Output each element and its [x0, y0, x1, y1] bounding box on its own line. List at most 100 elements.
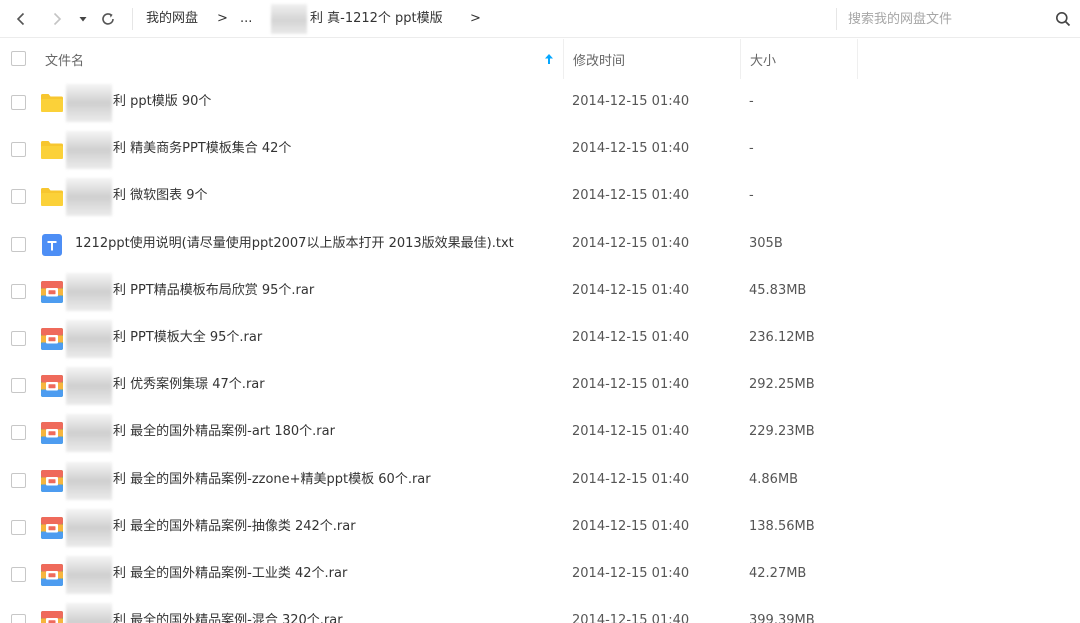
- file-modified-time: 2014-12-15 01:40: [572, 377, 690, 393]
- navigation-toolbar: 我的网盘 > ... 利 真-1212个 ppt模版 >: [0, 0, 1080, 38]
- file-row[interactable]: 利 最全的国外精品案例-zzone+精美ppt模板 60个.rar 2014-12…: [0, 457, 1080, 504]
- file-size: 45.83MB: [749, 282, 807, 298]
- chevron-right-icon: [53, 12, 62, 26]
- archive-icon: [40, 374, 64, 398]
- row-checkbox[interactable]: [11, 472, 26, 488]
- file-size: -: [749, 94, 754, 109]
- file-name[interactable]: 利 最全的国外精品案例-zzone+精美ppt模板 60个.rar: [113, 471, 431, 489]
- history-dropdown-button[interactable]: [73, 7, 93, 31]
- breadcrumb-root[interactable]: 我的网盘: [146, 10, 198, 28]
- select-all-checkbox[interactable]: [11, 51, 26, 66]
- folder-icon: [40, 138, 64, 162]
- row-checkbox[interactable]: [11, 331, 26, 346]
- file-modified-time: 2014-12-15 01:40: [572, 94, 690, 109]
- file-row[interactable]: 利 最全的国外精品案例-art 180个.rar 2014-12-15 01:40…: [0, 409, 1080, 456]
- file-name[interactable]: 利 最全的国外精品案例-工业类 42个.rar: [113, 565, 347, 583]
- row-checkbox[interactable]: [11, 95, 26, 110]
- file-name[interactable]: 利 最全的国外精品案例-art 180个.rar: [113, 423, 335, 441]
- file-name[interactable]: 1212ppt使用说明(请尽量使用ppt2007以上版本打开 2013版效果最佳…: [75, 235, 514, 253]
- file-modified-time: 2014-12-15 01:40: [572, 424, 690, 440]
- row-checkbox[interactable]: [11, 567, 26, 582]
- file-size: 42.27MB: [749, 566, 807, 581]
- blurred-name-prefix: [66, 461, 112, 500]
- file-name[interactable]: 利 PPT精品模板布局欣赏 95个.rar: [113, 282, 314, 300]
- file-size: 138.56MB: [749, 518, 815, 534]
- back-button[interactable]: [9, 7, 33, 31]
- chevron-left-icon: [16, 12, 25, 26]
- row-checkbox[interactable]: [11, 425, 26, 441]
- breadcrumb-current: 利 真-1212个 ppt模版: [310, 11, 443, 26]
- archive-icon: [40, 421, 64, 445]
- file-size: -: [749, 141, 754, 157]
- file-size: 236.12MB: [749, 330, 815, 345]
- breadcrumb-separator: >: [217, 11, 228, 26]
- sort-ascending-icon[interactable]: [542, 52, 556, 66]
- breadcrumb-separator: >: [470, 11, 481, 26]
- column-header-name[interactable]: 文件名: [45, 39, 563, 79]
- blurred-name-prefix: [66, 414, 112, 453]
- file-row[interactable]: 利 PPT精品模板布局欣赏 95个.rar 2014-12-15 01:40 45.…: [0, 268, 1080, 315]
- folder-icon: [40, 185, 64, 209]
- file-row[interactable]: 1212ppt使用说明(请尽量使用ppt2007以上版本打开 2013版效果最佳…: [0, 221, 1080, 268]
- file-modified-time: 2014-12-15 01:40: [572, 141, 690, 157]
- archive-icon: [40, 563, 64, 587]
- row-checkbox[interactable]: [11, 283, 26, 299]
- forward-button[interactable]: [45, 7, 69, 31]
- file-name[interactable]: 利 优秀案例集璟 47个.rar: [113, 376, 265, 394]
- row-checkbox[interactable]: [11, 378, 26, 394]
- file-size: 399.39MB: [749, 613, 815, 623]
- archive-icon: [40, 280, 64, 304]
- search-button[interactable]: [1052, 8, 1074, 30]
- blurred-name-prefix: [66, 556, 112, 594]
- file-name[interactable]: 利 PPT模板大全 95个.rar: [113, 329, 262, 347]
- file-row[interactable]: 利 ppt模版 90个 2014-12-15 01:40 -: [0, 79, 1080, 126]
- file-name[interactable]: 利 精美商务PPT模板集合 42个: [113, 140, 291, 158]
- file-row[interactable]: 利 微软图表 9个 2014-12-15 01:40 -: [0, 173, 1080, 220]
- archive-icon: [40, 516, 64, 540]
- file-modified-time: 2014-12-15 01:40: [572, 613, 690, 623]
- file-name[interactable]: 利 微软图表 9个: [113, 187, 208, 205]
- text-file-icon: [40, 233, 64, 257]
- search-icon: [1056, 12, 1071, 27]
- blurred-name-prefix: [66, 272, 112, 311]
- row-checkbox[interactable]: [11, 236, 26, 252]
- refresh-button[interactable]: [96, 7, 120, 31]
- file-size: 4.86MB: [749, 471, 799, 487]
- file-modified-time: 2014-12-15 01:40: [572, 518, 690, 534]
- file-name[interactable]: 利 ppt模版 90个: [113, 93, 211, 111]
- toolbar-divider: [132, 8, 133, 30]
- blurred-name-prefix: [66, 367, 112, 406]
- blurred-folder-name: [271, 4, 307, 34]
- row-checkbox[interactable]: [11, 142, 26, 158]
- file-row[interactable]: 利 最全的国外精品案例-抽像类 242个.rar 2014-12-15 01:40…: [0, 504, 1080, 551]
- row-checkbox[interactable]: [11, 614, 26, 623]
- search-input[interactable]: [848, 7, 1038, 31]
- column-header-modified[interactable]: 修改时间: [563, 39, 740, 79]
- row-checkbox[interactable]: [11, 519, 26, 535]
- row-checkbox[interactable]: [11, 189, 26, 205]
- file-size: 292.25MB: [749, 377, 815, 393]
- toolbar-divider: [836, 8, 837, 30]
- file-row[interactable]: 利 优秀案例集璟 47个.rar 2014-12-15 01:40 292.25MB: [0, 362, 1080, 409]
- caret-down-icon: [79, 17, 87, 22]
- file-row[interactable]: 利 精美商务PPT模板集合 42个 2014-12-15 01:40 -: [0, 126, 1080, 173]
- file-modified-time: 2014-12-15 01:40: [572, 471, 690, 487]
- breadcrumb-ellipsis[interactable]: ...: [240, 10, 252, 28]
- file-row[interactable]: 利 最全的国外精品案例-混合 320个.rar 2014-12-15 01:40 3…: [0, 598, 1080, 623]
- file-row[interactable]: 利 最全的国外精品案例-工业类 42个.rar 2014-12-15 01:40 4…: [0, 551, 1080, 598]
- refresh-icon: [102, 13, 114, 25]
- column-header-size[interactable]: 大小: [740, 39, 858, 79]
- file-row[interactable]: 利 PPT模板大全 95个.rar 2014-12-15 01:40 236.12M…: [0, 315, 1080, 362]
- blurred-name-prefix: [66, 84, 112, 122]
- folder-icon: [40, 91, 64, 115]
- blurred-name-prefix: [66, 178, 112, 217]
- file-list-header: 文件名 修改时间 大小: [0, 39, 1080, 79]
- file-size: 305B: [749, 235, 783, 251]
- file-name[interactable]: 利 最全的国外精品案例-混合 320个.rar: [113, 612, 343, 623]
- blurred-name-prefix: [66, 320, 112, 358]
- file-modified-time: 2014-12-15 01:40: [572, 282, 690, 298]
- file-size: -: [749, 188, 754, 204]
- blurred-name-prefix: [66, 603, 112, 623]
- file-modified-time: 2014-12-15 01:40: [572, 235, 690, 251]
- file-name[interactable]: 利 最全的国外精品案例-抽像类 242个.rar: [113, 518, 356, 536]
